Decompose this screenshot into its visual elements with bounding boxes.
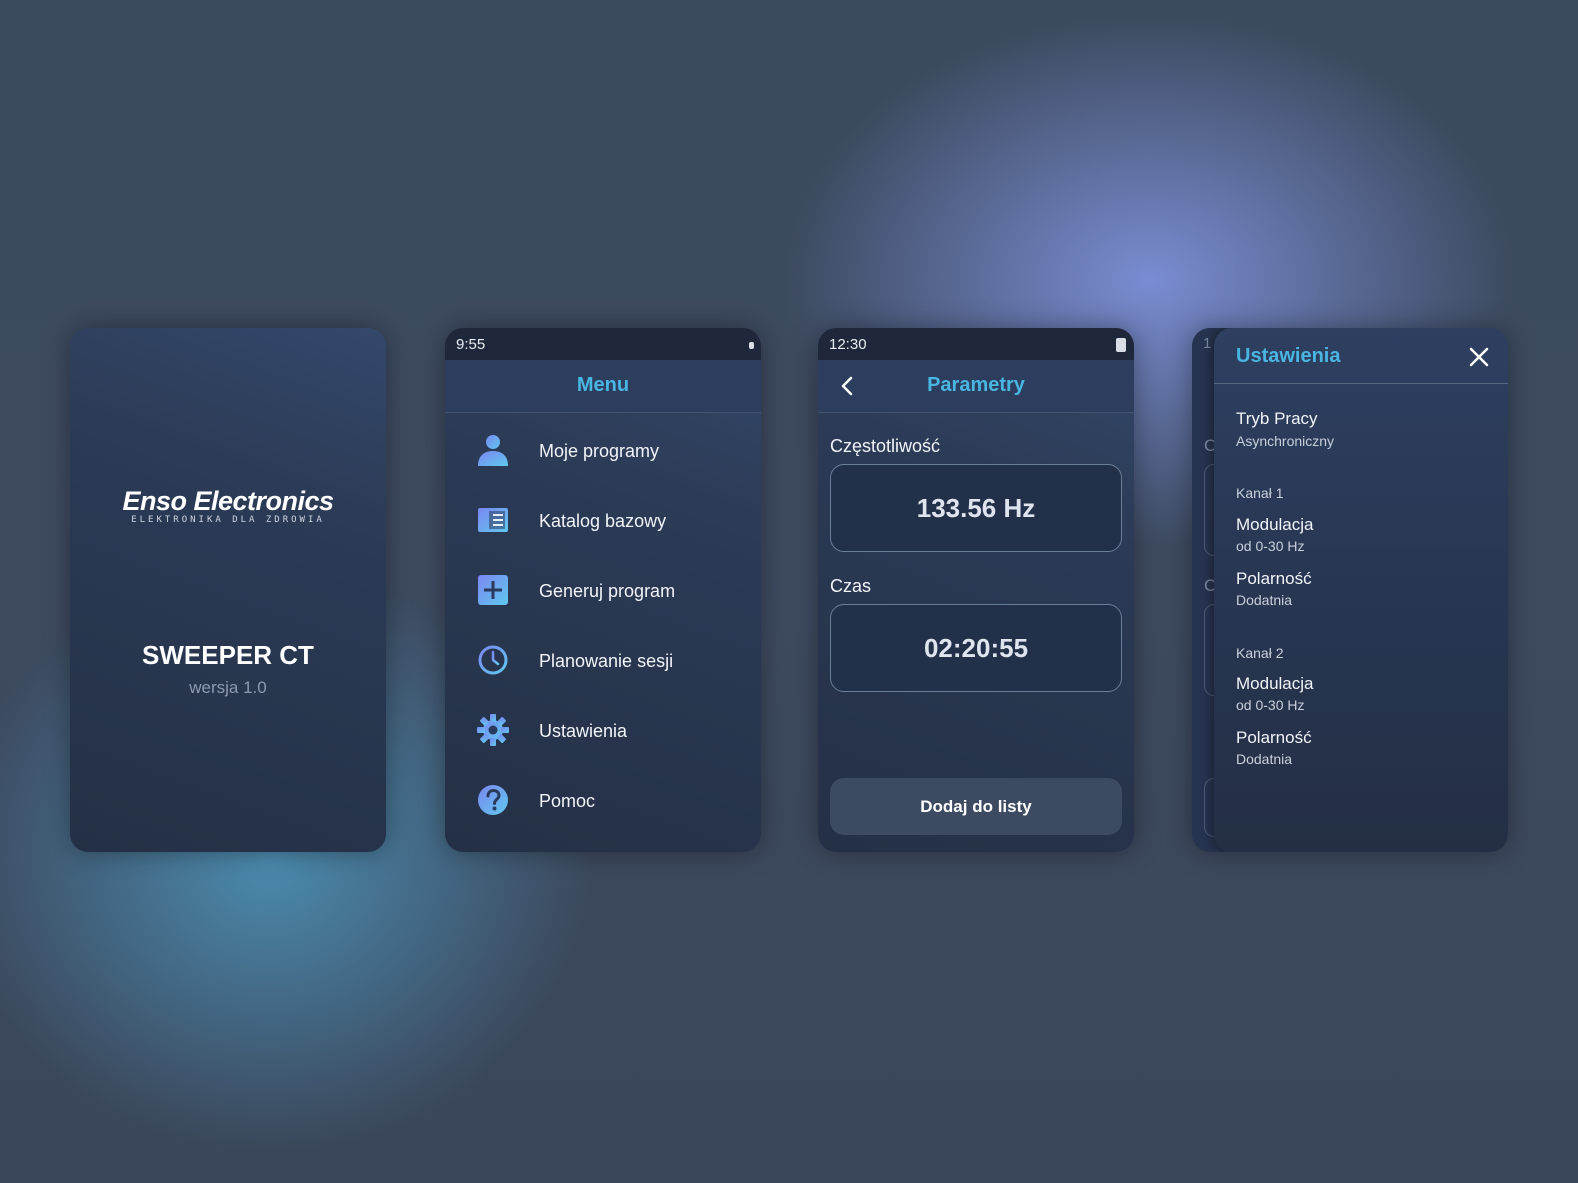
help-icon [478,785,508,815]
menu-item-settings[interactable]: Ustawienia [445,698,761,768]
battery-icon [1116,338,1126,352]
app-title: SWEEPER CT [142,640,314,670]
panel-header: Ustawienia [1214,328,1508,384]
add-to-list-button[interactable]: Dodaj do listy [830,778,1122,835]
status-bar: 12:30 [818,328,1134,360]
time-label: Czas [830,576,872,596]
channel-2-polarity-title: Polarność [1236,728,1312,747]
status-time: 9:55 [456,336,486,353]
channel-2-modulation-title: Modulacja [1236,674,1314,693]
status-time: 12:30 [829,336,867,353]
battery-icon [749,342,754,349]
channel-1-polarity-value[interactable]: Dodatnia [1236,592,1292,608]
user-icon [478,435,508,466]
menu-item-generate[interactable]: Generuj program [445,558,761,628]
menu-item-my-programs[interactable]: Moje programy [445,418,761,488]
logo-tagline: ELEKTRONIKA DLA ZDROWIA [131,515,325,525]
channel-2-modulation-value[interactable]: od 0-30 Hz [1236,697,1304,713]
mode-value[interactable]: Asynchroniczny [1236,433,1334,449]
menu-item-label: Generuj program [539,581,676,601]
menu-item-label: Katalog bazowy [539,511,667,531]
close-icon[interactable] [1468,346,1490,368]
panel-title: Ustawienia [1236,345,1341,367]
channel-1-heading: Kanał 1 [1236,485,1284,501]
menu-item-help[interactable]: Pomoc [445,768,761,838]
menu-item-scheduling[interactable]: Planowanie sesji [445,628,761,698]
channel-2-heading: Kanał 2 [1236,645,1284,661]
frequency-label: Częstotliwość [830,436,941,456]
menu-item-label: Moje programy [539,441,660,461]
time-input[interactable]: 02:20:55 [830,604,1122,692]
catalog-icon [478,508,508,532]
menu-list: Moje programy Katalog bazowy Generuj pro… [445,418,761,838]
menu-item-catalog[interactable]: Katalog bazowy [445,488,761,558]
screen-header: Menu [445,360,761,413]
app-version: wersja 1.0 [189,678,267,697]
menu-screen: 9:55 Menu Moje programy Katalog bazowy G… [445,328,761,852]
clock-icon [478,645,508,675]
channel-2-polarity-value[interactable]: Dodatnia [1236,751,1292,767]
frequency-input[interactable]: 133.56 Hz [830,464,1122,552]
splash-screen: Enso Electronics ELEKTRONIKA DLA ZDROWIA… [70,328,386,852]
brand-logo: Enso Electronics ELEKTRONIKA DLA ZDROWIA [70,486,386,525]
menu-item-label: Pomoc [539,791,596,811]
menu-item-label: Planowanie sesji [539,651,674,671]
status-bar: 9:55 [445,328,761,360]
screen-header: Parametry [818,360,1134,413]
menu-item-label: Ustawienia [539,721,628,741]
channel-1-polarity-title: Polarność [1236,569,1312,588]
peek-time: 1 [1203,335,1212,352]
mode-title: Tryb Pracy [1236,409,1318,428]
logo-name: Enso Electronics [122,486,334,516]
channel-1-modulation-title: Modulacja [1236,515,1314,534]
channel-1-modulation-value[interactable]: od 0-30 Hz [1236,538,1304,554]
plus-icon [478,575,508,605]
header-title: Menu [576,374,630,396]
settings-screen: 1 C C Ustawienia Tryb Pracy Asynchronicz… [1192,328,1508,852]
header-title: Parametry [927,374,1025,396]
settings-panel: Ustawienia Tryb Pracy Asynchroniczny Kan… [1214,328,1508,852]
parameters-screen: 12:30 Parametry Częstotliwość 133.56 Hz … [818,328,1134,852]
gear-icon [477,714,509,746]
